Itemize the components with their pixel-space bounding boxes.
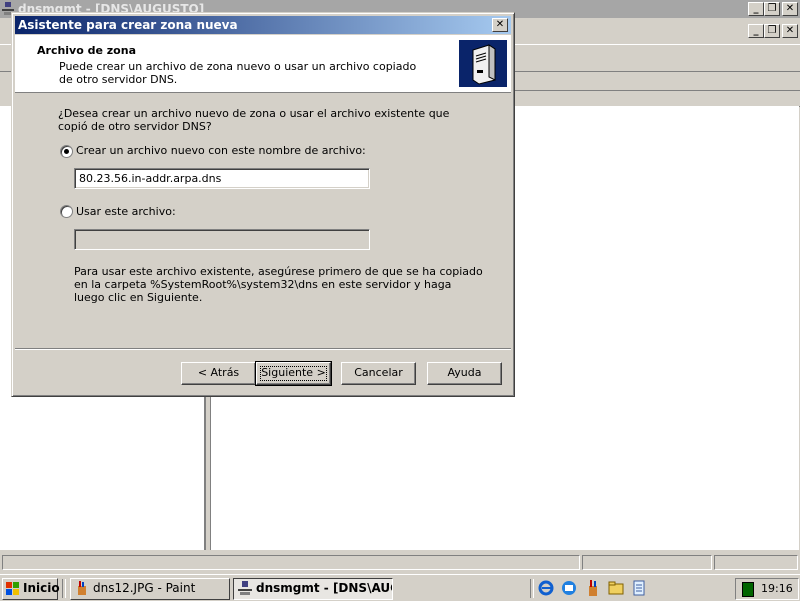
paint-icon <box>78 581 86 595</box>
task-paint[interactable]: dns12.JPG - Paint <box>70 578 230 600</box>
wizard-question: ¿Desea crear un archivo nuevo de zona o … <box>58 107 450 133</box>
dialog-close-button[interactable]: ✕ <box>492 18 508 32</box>
cancel-button[interactable]: Cancelar <box>341 362 416 385</box>
server-icon <box>459 40 507 87</box>
start-label: Inicio <box>23 581 60 595</box>
folder-icon[interactable] <box>608 580 624 596</box>
dialog-title: Asistente para crear zona nueva <box>18 18 238 32</box>
existing-file-input[interactable] <box>74 229 370 250</box>
radio-existing-file[interactable] <box>60 205 73 218</box>
outlook-express-icon[interactable] <box>561 580 577 596</box>
wizard-header-subtitle: Puede crear un archivo de zona nuevo o u… <box>59 60 417 86</box>
task-dnsmgmt-label: dnsmgmt - [DNS\AUG... <box>256 581 392 595</box>
status-cell <box>582 555 712 570</box>
new-file-name-value: 80.23.56.in-addr.arpa.dns <box>79 172 222 185</box>
ie-icon[interactable] <box>538 580 554 596</box>
wizard-header: Archivo de zona Puede crear un archivo d… <box>15 35 511 93</box>
task-dnsmgmt[interactable]: dnsmgmt - [DNS\AUG... <box>233 578 393 600</box>
radio-selected-dot <box>64 149 69 154</box>
help-button[interactable]: Ayuda <box>427 362 502 385</box>
radio-new-file-label[interactable]: Crear un archivo nuevo con este nombre d… <box>76 144 366 157</box>
close-button[interactable]: ✕ <box>782 2 798 16</box>
network-icon[interactable] <box>742 582 754 597</box>
paint-icon[interactable] <box>585 580 601 596</box>
start-button[interactable]: Inicio <box>2 578 60 600</box>
mdi-close-button[interactable]: ✕ <box>782 24 798 38</box>
wizard-header-title: Archivo de zona <box>37 44 136 57</box>
dialog-titlebar[interactable]: Asistente para crear zona nueva ✕ <box>15 16 511 34</box>
button-separator <box>15 348 511 350</box>
system-tray: 19:16 <box>735 578 799 600</box>
taskbar: Inicio dns12.JPG - Paint dnsmgmt - [DNS\… <box>0 574 800 601</box>
taskbar-divider <box>62 579 66 598</box>
restore-button[interactable]: ❐ <box>764 2 780 16</box>
new-file-name-input[interactable]: 80.23.56.in-addr.arpa.dns <box>74 168 370 189</box>
back-button[interactable]: < Atrás <box>181 362 256 385</box>
windows-logo-icon <box>6 582 19 595</box>
task-paint-label: dns12.JPG - Paint <box>93 581 196 595</box>
new-zone-wizard-dialog: Asistente para crear zona nueva ✕ Archiv… <box>11 12 515 397</box>
minimize-button[interactable]: _ <box>748 2 764 16</box>
clock[interactable]: 19:16 <box>761 582 793 595</box>
column-header[interactable] <box>512 92 800 107</box>
next-button[interactable]: Siguiente > <box>255 361 332 386</box>
status-cell <box>2 555 580 570</box>
taskbar-divider <box>530 579 534 598</box>
status-cell <box>714 555 798 570</box>
status-bar <box>0 553 800 571</box>
existing-file-note: Para usar este archivo existente, asegúr… <box>74 265 483 304</box>
dns-console-icon <box>238 581 252 595</box>
radio-new-file[interactable] <box>60 145 73 158</box>
notepad-icon[interactable] <box>631 580 647 596</box>
mdi-minimize-button[interactable]: _ <box>748 24 764 38</box>
radio-existing-file-label[interactable]: Usar este archivo: <box>76 205 176 218</box>
right-pane-header <box>512 72 800 91</box>
focus-rectangle <box>260 366 327 381</box>
mdi-restore-button[interactable]: ❐ <box>764 24 780 38</box>
